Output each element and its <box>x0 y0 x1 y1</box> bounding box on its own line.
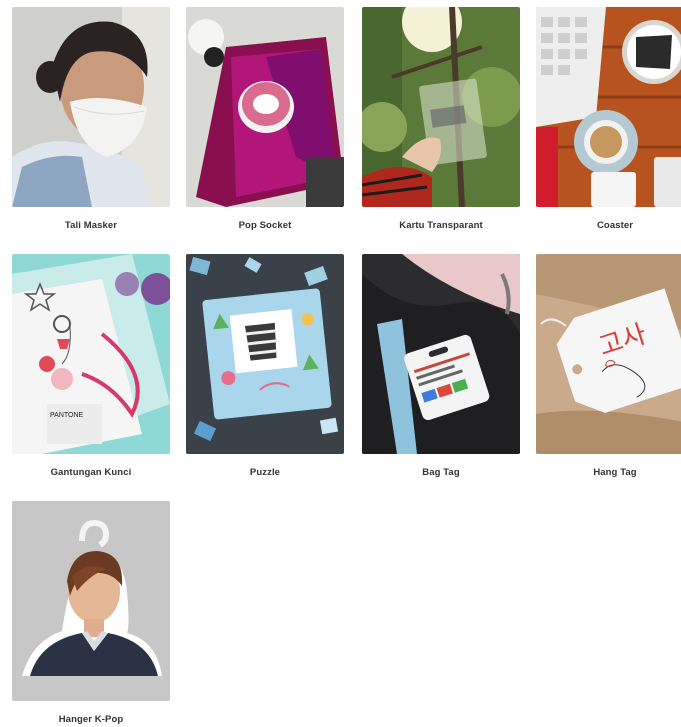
product-card-hang-tag[interactable]: 고사 Hang Tag <box>536 254 681 478</box>
product-label: Puzzle <box>249 467 281 478</box>
product-card-coaster[interactable]: Coaster <box>536 7 681 231</box>
product-label: Kartu Transparant <box>399 220 483 231</box>
product-card-pop-socket[interactable]: Pop Socket <box>186 7 344 231</box>
product-label: Hang Tag <box>593 467 637 478</box>
product-card-kartu-transparant[interactable]: Kartu Transparant <box>362 7 520 231</box>
product-label: Hanger K-Pop <box>58 714 124 725</box>
product-label: Coaster <box>596 220 634 231</box>
transparent-card-tree-photo[interactable] <box>362 7 520 207</box>
product-label: Bag Tag <box>422 467 460 478</box>
product-card-hanger-k-pop[interactable]: Hanger K-Pop <box>12 501 170 725</box>
product-card-bag-tag[interactable]: Bag Tag <box>362 254 520 478</box>
woman-wearing-mask-photo[interactable] <box>12 7 170 207</box>
product-grid: Tali Masker Pop Socket Kartu Transparant… <box>0 0 681 727</box>
product-label: Gantungan Kunci <box>50 467 132 478</box>
svg-text:PANTONE: PANTONE <box>50 412 84 419</box>
kpop-hanger-photo[interactable] <box>12 501 170 701</box>
product-label: Tali Masker <box>64 220 118 231</box>
product-card-tali-masker[interactable]: Tali Masker <box>12 7 170 231</box>
bag-tag-photo[interactable] <box>362 254 520 454</box>
hang-tag-photo[interactable]: 고사 <box>536 254 681 454</box>
keychain-photo[interactable]: PANTONE <box>12 254 170 454</box>
product-label: Pop Socket <box>238 220 292 231</box>
puzzle-photo[interactable] <box>186 254 344 454</box>
coaster-coffee-desk-photo[interactable] <box>536 7 681 207</box>
product-card-gantungan-kunci[interactable]: PANTONE Gantungan Kunci <box>12 254 170 478</box>
phone-with-popsocket-photo[interactable] <box>186 7 344 207</box>
product-card-puzzle[interactable]: Puzzle <box>186 254 344 478</box>
